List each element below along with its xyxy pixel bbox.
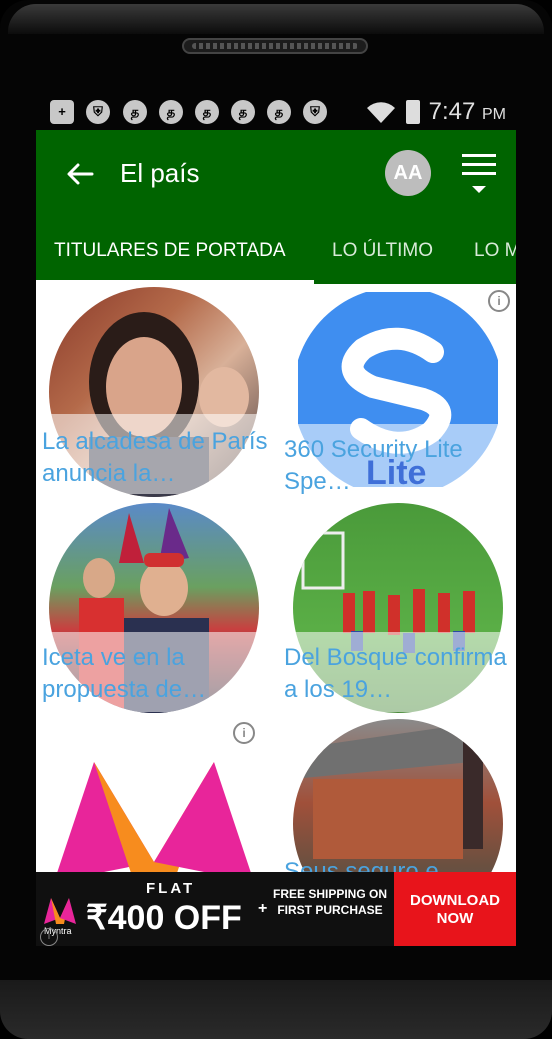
ad-banner[interactable]: Myntra FLAT ₹400 OFF + FREE SHIPPING ON …	[36, 872, 516, 946]
ad-card[interactable]: i	[36, 716, 276, 872]
article-headline[interactable]: La alcadesa de París anuncia la…	[42, 426, 268, 490]
ad-info-icon[interactable]: i	[233, 722, 255, 744]
ad-info-icon[interactable]: i	[488, 290, 510, 312]
phone-bottom-bezel	[0, 980, 552, 1039]
tamil-letter-icon: த	[267, 100, 291, 124]
tab-lo-ultimo[interactable]: LO ÚLTIMO	[314, 220, 451, 284]
myntra-logo-small	[44, 898, 76, 924]
news-card[interactable]: Iceta ve en la propuesta de…	[36, 500, 276, 715]
tamil-letter-icon: த	[123, 100, 147, 124]
tamil-letter-icon: த	[159, 100, 183, 124]
phone-frame: + ⛨ த த த த த ⛨ 7:47 PM El país AA TITUL…	[0, 0, 552, 1039]
article-headline[interactable]: Seus seguro e	[284, 856, 510, 872]
banner-plus: +	[258, 900, 268, 917]
banner-flat-label: FLAT	[146, 880, 196, 897]
font-size-button[interactable]: AA	[385, 150, 431, 196]
menu-icon[interactable]	[462, 154, 496, 193]
section-tabs: TITULARES DE PORTADA LO ÚLTIMO LO M	[36, 220, 516, 284]
earpiece-speaker	[182, 38, 368, 54]
app-screen: El país AA TITULARES DE PORTADA LO ÚLTIM…	[36, 130, 516, 872]
phone-top-bezel	[8, 4, 544, 34]
article-headline[interactable]: Del Bosque confirma a los 19…	[284, 642, 510, 706]
plus-box-icon: +	[50, 100, 74, 124]
news-card[interactable]: Seus seguro e	[280, 716, 516, 872]
banner-offer: ₹400 OFF	[86, 899, 242, 937]
battery-icon	[406, 100, 420, 124]
wifi-icon	[367, 102, 395, 123]
clock: 7:47 PM	[428, 98, 506, 125]
tamil-letter-icon: த	[195, 100, 219, 124]
back-arrow-icon[interactable]	[62, 156, 98, 192]
news-card[interactable]: La alcadesa de París anuncia la…	[36, 284, 276, 499]
download-now-button[interactable]: DOWNLOAD NOW	[394, 872, 516, 946]
banner-shipping: FREE SHIPPING ON FIRST PURCHASE	[272, 887, 388, 917]
ad-logo-text: Lite	[366, 454, 427, 492]
ad-info-icon[interactable]: i	[40, 928, 58, 946]
myntra-logo	[57, 762, 251, 872]
news-card[interactable]: Del Bosque confirma a los 19…	[280, 500, 516, 715]
tab-lo-mas[interactable]: LO M	[456, 220, 516, 284]
page-title: El país	[120, 158, 200, 188]
shield-icon: ⛨	[303, 100, 327, 124]
shield-icon: ⛨	[86, 100, 110, 124]
article-headline[interactable]: Iceta ve en la propuesta de…	[42, 642, 268, 706]
tamil-letter-icon: த	[231, 100, 255, 124]
tab-titulares[interactable]: TITULARES DE PORTADA	[36, 220, 314, 284]
app-bar: El país AA TITULARES DE PORTADA LO ÚLTIM…	[36, 130, 516, 284]
status-bar: + ⛨ த த த த த ⛨ 7:47 PM	[36, 94, 516, 130]
ad-card[interactable]: 360 Security Lite Spe… Lite i	[280, 284, 516, 499]
news-grid: La alcadesa de París anuncia la… 360 Sec…	[36, 284, 516, 872]
article-thumbnail	[293, 719, 503, 872]
